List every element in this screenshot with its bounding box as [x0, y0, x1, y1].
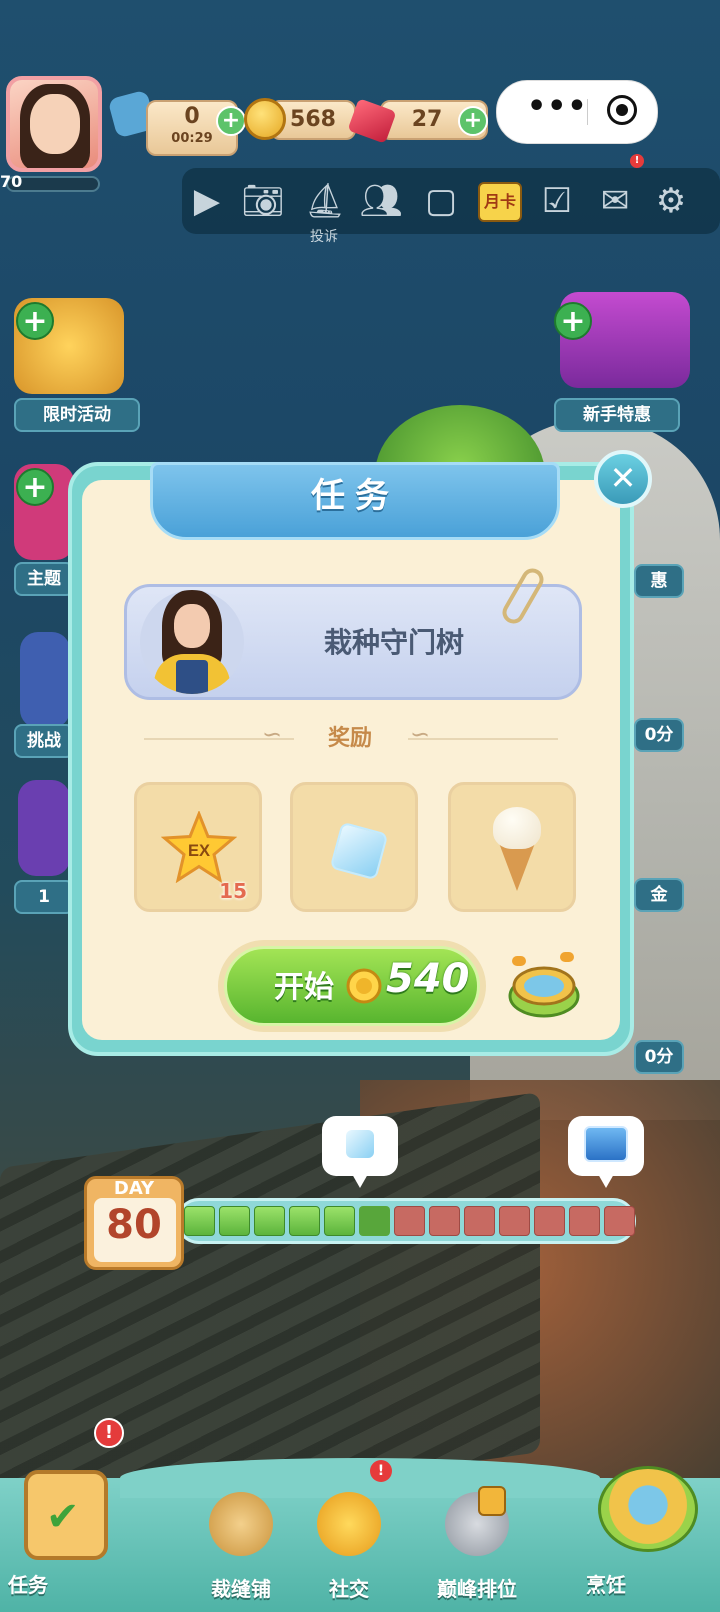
reward-slot-icecream[interactable] [448, 782, 576, 912]
reward-title: 奖励 [327, 726, 372, 751]
nav-tailor[interactable]: 裁缝铺 [186, 1486, 296, 1606]
right-score-label-2[interactable]: 0分 [634, 1040, 684, 1074]
calendar-check-icon[interactable]: ☑ [534, 178, 580, 224]
task-alert-badge: ! [94, 1418, 124, 1448]
player-avatar[interactable] [6, 76, 102, 172]
coin-count: 568 [290, 107, 336, 132]
invite-notification-dot: ! [630, 154, 644, 168]
settings-gear-icon[interactable]: ⚙ [648, 178, 694, 224]
ice-cube-icon [329, 821, 389, 881]
challenge-label[interactable]: 挑战 [14, 724, 74, 758]
ornament-right-icon: ∽ [410, 720, 431, 748]
reward-slot-ice[interactable] [290, 782, 418, 912]
right-gold-label[interactable]: 金 [634, 878, 684, 912]
add-timer-button[interactable]: + [216, 106, 246, 136]
thread-spool-icon [209, 1492, 273, 1556]
social-alert-badge: ! [370, 1460, 392, 1482]
svg-text:EX: EX [188, 842, 210, 860]
ex-star-icon: EX [161, 811, 237, 883]
theme-label[interactable]: 主题 [14, 562, 74, 596]
add-gem-button[interactable]: + [458, 106, 488, 136]
dialog-title: 任务 [150, 462, 560, 540]
reward-slot-ex[interactable]: EX 15 [134, 782, 262, 912]
nav-task-label: 任务 [8, 1573, 48, 1597]
right-score-label[interactable]: 0分 [634, 718, 684, 752]
nav-ranking[interactable]: 巅峰排位 [412, 1486, 542, 1606]
top-toolbar: ▶ 📷︎ ⛵︎ 👥︎ ▢ 月卡 ☑ ✉ ⚙ [182, 168, 720, 234]
limited-event-label[interactable]: 限时活动 [14, 398, 140, 432]
day-progress-segment [499, 1206, 530, 1236]
day-calendar: DAY 80 [84, 1168, 184, 1272]
invite-mail-icon[interactable]: ✉ [592, 178, 638, 224]
day-progress-segment [254, 1206, 285, 1236]
right-offer-label[interactable]: 惠 [634, 564, 684, 598]
level-text: 70 [0, 172, 23, 191]
event-card-label[interactable]: 1 [14, 880, 74, 914]
day-progress-segment [394, 1206, 425, 1236]
miniprogram-capsule: ••• [496, 80, 658, 144]
day-progress-segment [289, 1206, 320, 1236]
lock-icon [478, 1486, 506, 1516]
nav-task[interactable]: ✔ 任务 [8, 1456, 128, 1606]
nav-ranking-label: 巅峰排位 [437, 1577, 517, 1601]
theme-plus[interactable]: + [16, 468, 54, 506]
task-name: 栽种守门树 [323, 626, 464, 659]
newbie-offer-label[interactable]: 新手特惠 [554, 398, 680, 432]
reward-divider-right [408, 738, 558, 740]
nav-social-label: 社交 [329, 1577, 369, 1601]
friends-icon[interactable]: 👥︎ [358, 178, 404, 224]
task-clipboard-icon: ✔ [24, 1470, 108, 1560]
coin-icon [346, 968, 382, 1004]
day-progress-segment [604, 1206, 635, 1236]
notebook-icon[interactable]: ▢ [418, 178, 464, 224]
coin-icon [244, 98, 286, 140]
day-progress-segment [534, 1206, 565, 1236]
more-icon[interactable]: ••• [527, 89, 588, 124]
task-character-portrait [140, 590, 244, 694]
nav-cooking-label: 烹饪 [586, 1573, 626, 1597]
nav-tailor-label: 裁缝铺 [211, 1577, 271, 1601]
nav-social[interactable]: 社交 [294, 1486, 404, 1606]
day-progress-segment [569, 1206, 600, 1236]
play-icon[interactable]: ▶ [184, 178, 230, 224]
cooking-pot-icon [598, 1466, 698, 1552]
chest-reward-bubble[interactable] [568, 1116, 644, 1188]
ornament-left-icon: ∽ [262, 720, 283, 748]
day-number: 80 [106, 1202, 162, 1248]
ice-cube-icon [346, 1130, 374, 1158]
cooking-pot-icon[interactable] [504, 946, 584, 1026]
day-progress-segment [429, 1206, 460, 1236]
nav-cooking[interactable]: 烹饪 [586, 1456, 716, 1606]
treasure-chest-icon [584, 1126, 628, 1162]
day-label: DAY [113, 1178, 155, 1199]
ice-reward-bubble[interactable] [322, 1116, 398, 1188]
complaint-icon[interactable]: ⛵︎ [302, 178, 348, 224]
reward-qty: 15 [219, 879, 247, 903]
day-progress-segment [184, 1206, 215, 1236]
limited-event-plus[interactable]: + [16, 302, 54, 340]
complaint-label: 投诉 [310, 229, 338, 245]
close-miniprogram-icon[interactable] [607, 95, 637, 125]
close-button[interactable]: ✕ [594, 450, 652, 508]
day-progress-segment [464, 1206, 495, 1236]
start-cost[interactable]: 540 [386, 956, 470, 1002]
camera-icon[interactable]: 📷︎ [240, 178, 286, 224]
day-progress-segment [219, 1206, 250, 1236]
challenge-icon[interactable] [20, 632, 70, 728]
day-progress-segment [359, 1206, 390, 1236]
day-progress-segment [324, 1206, 355, 1236]
monthly-card-button[interactable]: 月卡 [478, 182, 522, 222]
ice-cream-icon [493, 807, 541, 849]
event-card-icon[interactable] [18, 780, 70, 876]
gem-count: 27 [411, 107, 443, 132]
newbie-offer-plus[interactable]: + [554, 302, 592, 340]
social-face-icon [317, 1492, 381, 1556]
ice-cream-cone [499, 843, 535, 891]
start-label[interactable]: 开始 [274, 962, 334, 1006]
